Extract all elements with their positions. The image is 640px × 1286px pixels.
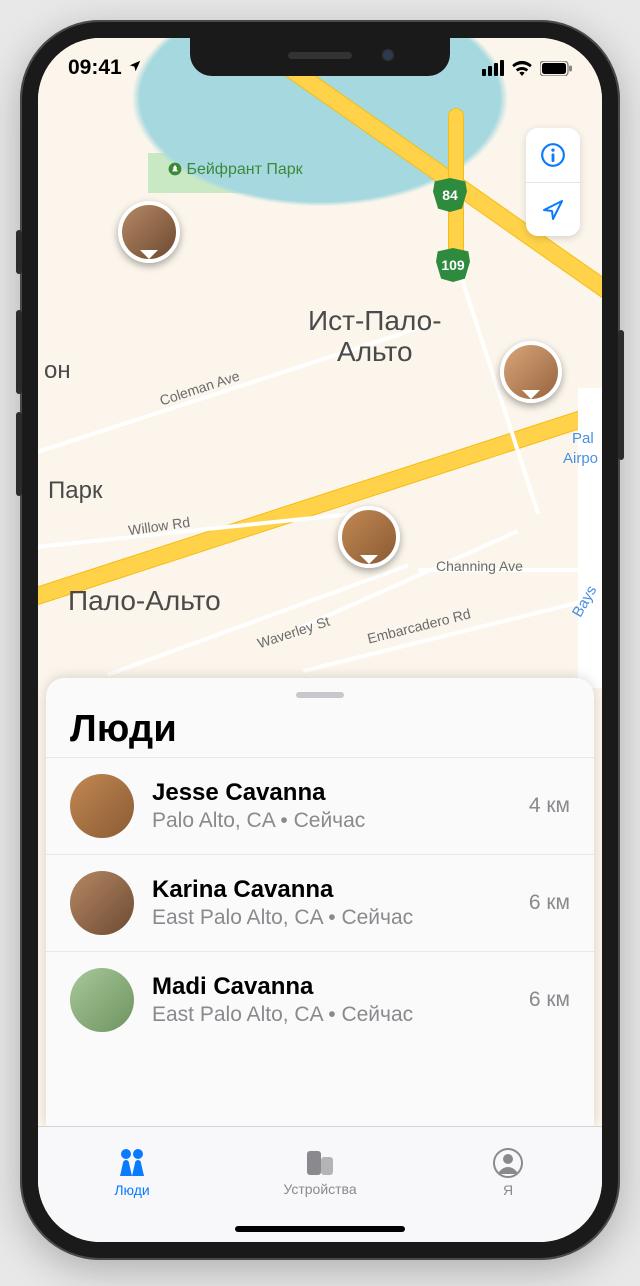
map-label-park-left: Парк [48,478,102,504]
person-subtitle: Palo Alto, CA • Сейчас [152,809,511,833]
map-label-on: он [44,358,71,384]
map-label-pal: Pal [572,430,594,447]
avatar [70,968,134,1032]
person-row[interactable]: Madi Cavanna East Palo Alto, CA • Сейчас… [46,951,594,1048]
map-avatar-pin-3[interactable] [338,506,400,568]
info-icon [540,142,566,168]
map-avatar-pin-2[interactable] [500,341,562,403]
map-label-airpo: Airpo [563,450,598,467]
map-shield-84: 84 [433,178,467,212]
map-controls [526,128,580,236]
person-distance: 4 км [529,794,570,818]
tab-label: Я [503,1182,513,1198]
avatar [70,871,134,935]
tab-devices[interactable]: Устройства [226,1127,414,1218]
status-time-text: 09:41 [68,56,122,79]
wifi-icon [511,60,533,76]
map-street-channing: Channing Ave [436,558,523,574]
map-locate-button[interactable] [526,182,580,236]
people-sheet[interactable]: Люди Jesse Cavanna Palo Alto, CA • Сейча… [46,678,594,1126]
tab-label: Люди [114,1182,149,1198]
phone-frame: 09:41 Бейфрант Парк [20,20,620,1260]
map-city-label-main: Ист-Пало- Альто [308,306,442,368]
tab-me[interactable]: Я [414,1127,602,1218]
sheet-title: Люди [46,708,594,757]
notch [190,38,450,76]
person-circle-icon [493,1148,523,1178]
tab-label: Устройства [283,1181,356,1197]
map-city-label-palo-alto: Пало-Альто [68,586,221,617]
map-avatar-pin-1[interactable] [118,201,180,263]
location-services-icon [128,59,142,73]
people-icon [114,1148,150,1178]
status-time: 09:41 [68,56,142,80]
screen: 09:41 Бейфрант Парк [38,38,602,1242]
avatar [70,774,134,838]
tab-bar: Люди Устройства Я [38,1126,602,1242]
person-name: Madi Cavanna [152,973,511,1001]
sheet-grabber[interactable] [296,692,344,698]
person-row[interactable]: Karina Cavanna East Palo Alto, CA • Сейч… [46,854,594,951]
cell-signal-icon [482,60,504,76]
person-row[interactable]: Jesse Cavanna Palo Alto, CA • Сейчас 4 к… [46,757,594,854]
location-arrow-icon [541,198,565,222]
devices-icon [303,1149,337,1177]
person-distance: 6 км [529,891,570,915]
battery-icon [540,61,572,76]
home-indicator[interactable] [235,1226,405,1232]
tab-people[interactable]: Люди [38,1127,226,1218]
person-distance: 6 км [529,988,570,1012]
map-park-label: Бейфрант Парк [168,161,303,179]
map-info-button[interactable] [526,128,580,182]
person-name: Jesse Cavanna [152,779,511,807]
person-name: Karina Cavanna [152,876,511,904]
person-subtitle: East Palo Alto, CA • Сейчас [152,1003,511,1027]
map-shield-109: 109 [436,248,470,282]
person-subtitle: East Palo Alto, CA • Сейчас [152,906,511,930]
